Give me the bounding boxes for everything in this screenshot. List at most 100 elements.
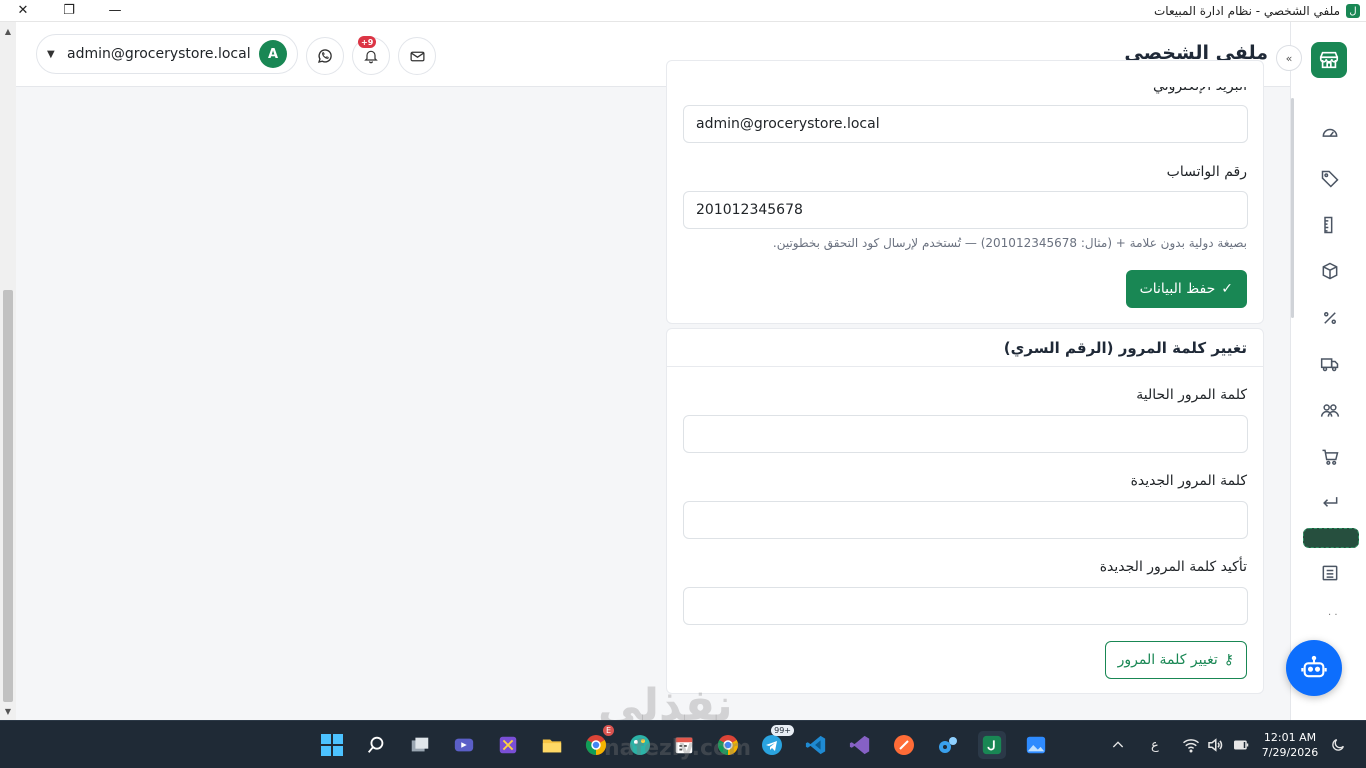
box-icon — [1322, 262, 1338, 280]
chatbot-button[interactable] — [1286, 640, 1342, 696]
whatsapp-label: رقم الواتساب — [1166, 164, 1247, 180]
store-icon — [1319, 51, 1339, 69]
taskbar-search[interactable] — [362, 731, 390, 759]
confirm-password-input[interactable] — [683, 587, 1248, 625]
wifi-status[interactable] — [1182, 721, 1200, 768]
window-title-bar: ✕ ❐ — ل ملفي الشخصي - نظام ادارة المبيعا… — [0, 0, 1366, 22]
taskbar-task-view[interactable] — [406, 731, 434, 759]
sidebar-item-units[interactable] — [1319, 214, 1341, 236]
people-icon — [1320, 404, 1340, 417]
sidebar-scrollbar[interactable] — [1291, 98, 1294, 318]
taskbar-azure-data-studio[interactable] — [934, 731, 962, 759]
caret-down-icon: ▼ — [47, 48, 55, 60]
windows-logo-icon — [321, 734, 343, 756]
window-title: ملفي الشخصي - نظام ادارة المبيعات — [1154, 4, 1340, 18]
save-button-label: حفظ البيانات — [1139, 281, 1216, 297]
change-password-button[interactable]: ⚷ تغيير كلمة المرور — [1104, 641, 1247, 679]
search-icon — [367, 736, 384, 753]
notifications-button[interactable]: +9 — [352, 36, 390, 75]
sidebar-collapse-button[interactable]: « — [1276, 45, 1302, 71]
sales-app-icon — [982, 735, 1002, 755]
start-button[interactable] — [318, 731, 346, 759]
robot-icon — [1301, 655, 1327, 678]
app-icon: ل — [1346, 4, 1360, 18]
ruler-icon — [1324, 216, 1333, 234]
telegram-icon — [762, 735, 782, 755]
taskbar-visual-studio[interactable] — [846, 731, 874, 759]
whatsapp-field[interactable]: 201012345678 — [683, 191, 1248, 229]
window-title-area: ل ملفي الشخصي - نظام ادارة المبيعات — [1154, 0, 1360, 22]
whatsapp-icon — [317, 49, 332, 63]
page-scrollbar[interactable]: ▲ ▼ — [0, 22, 16, 720]
battery-status[interactable] — [1230, 721, 1250, 768]
sidebar-item-inventory[interactable] — [1319, 260, 1341, 282]
visual-studio-icon — [849, 735, 870, 755]
sidebar-item-suppliers[interactable] — [1319, 353, 1341, 375]
sidebar-item-returns[interactable] — [1319, 492, 1341, 514]
window-restore-button[interactable]: ❐ — [46, 0, 92, 22]
email-field[interactable]: admin@grocerystore.local — [683, 105, 1248, 143]
double-chevron-icon: « — [1285, 51, 1293, 65]
taskbar-file-explorer[interactable] — [538, 731, 566, 759]
gears-icon — [939, 737, 957, 753]
taskbar-widgets[interactable] — [494, 731, 522, 759]
folder-icon — [542, 739, 562, 753]
sidebar-item-discounts[interactable] — [1319, 307, 1341, 329]
window-close-button[interactable]: ✕ — [0, 0, 46, 22]
new-password-input[interactable] — [683, 501, 1248, 539]
taskbar-photos[interactable] — [1022, 731, 1050, 759]
envelope-icon — [409, 51, 425, 61]
notification-badge: +9 — [358, 36, 377, 48]
sidebar-item-reports[interactable] — [1319, 562, 1341, 584]
taskbar-postman[interactable] — [890, 731, 918, 759]
chrome-badge: E — [602, 725, 614, 736]
return-arrow-icon — [1323, 497, 1338, 507]
sidebar-item-dashboard[interactable] — [1319, 121, 1341, 143]
change-password-card: تغيير كلمة المرور (الرقم السري) كلمة الم… — [666, 328, 1264, 694]
chevron-up-icon — [1112, 741, 1124, 748]
whatsapp-hint: بصيغة دولية بدون علامة + (مثال: 20101234… — [772, 236, 1247, 250]
telegram-badge: 99+ — [771, 725, 794, 736]
key-icon: ⚷ — [1223, 652, 1234, 668]
taskbar-teams[interactable] — [450, 731, 478, 759]
user-menu[interactable]: ▼ admin@grocerystore.local A — [36, 34, 298, 74]
cart-icon — [1322, 449, 1339, 465]
window-minimize-button[interactable]: — — [92, 0, 138, 22]
tray-overflow-button[interactable] — [1110, 721, 1126, 768]
language-indicator[interactable]: ع — [1151, 721, 1159, 768]
save-button[interactable]: ✓ حفظ البيانات — [1125, 270, 1247, 308]
user-email: admin@grocerystore.local — [67, 46, 251, 62]
current-password-label: كلمة المرور الحالية — [1136, 387, 1247, 403]
sidebar-item-active[interactable] — [1303, 528, 1359, 548]
volume-status[interactable] — [1206, 721, 1224, 768]
card-header: تغيير كلمة المرور (الرقم السري) — [667, 329, 1263, 367]
sidebar-item-purchases[interactable] — [1319, 446, 1341, 468]
taskbar-telegram[interactable]: 99+ — [758, 725, 794, 759]
whatsapp-button[interactable] — [306, 37, 344, 75]
clock-date: 7/29/2026 — [1261, 746, 1319, 759]
change-password-button-label: تغيير كلمة المرور — [1117, 652, 1218, 668]
sidebar-more-indicator: · · — [1328, 610, 1338, 621]
notification-center-button[interactable] — [1330, 721, 1346, 768]
store-logo[interactable] — [1311, 42, 1347, 78]
taskbar-vscode[interactable] — [802, 731, 830, 759]
moon-icon — [1332, 739, 1344, 751]
snipping-icon — [499, 736, 517, 754]
taskbar-clock[interactable]: 12:01 AM 7/29/2026 — [1258, 730, 1322, 760]
scrollbar-thumb[interactable] — [3, 290, 13, 702]
scroll-up-arrow-icon[interactable]: ▲ — [0, 24, 16, 38]
new-password-label: كلمة المرور الجديدة — [1130, 473, 1247, 489]
scroll-down-arrow-icon[interactable]: ▼ — [0, 704, 16, 718]
photos-icon — [1026, 736, 1046, 754]
window-controls: ✕ ❐ — — [0, 0, 138, 22]
messages-button[interactable] — [398, 37, 436, 75]
percent-icon — [1324, 312, 1336, 324]
truck-icon — [1320, 358, 1339, 372]
sidebar-item-products[interactable] — [1319, 168, 1341, 190]
speedometer-icon — [1322, 128, 1338, 137]
list-icon — [1322, 565, 1338, 581]
taskbar-sales-app[interactable] — [978, 731, 1006, 759]
current-password-input[interactable] — [683, 415, 1248, 453]
sidebar-item-customers[interactable] — [1319, 399, 1341, 421]
profile-info-card: البريد الإلكتروني admin@grocerystore.loc… — [666, 60, 1264, 324]
